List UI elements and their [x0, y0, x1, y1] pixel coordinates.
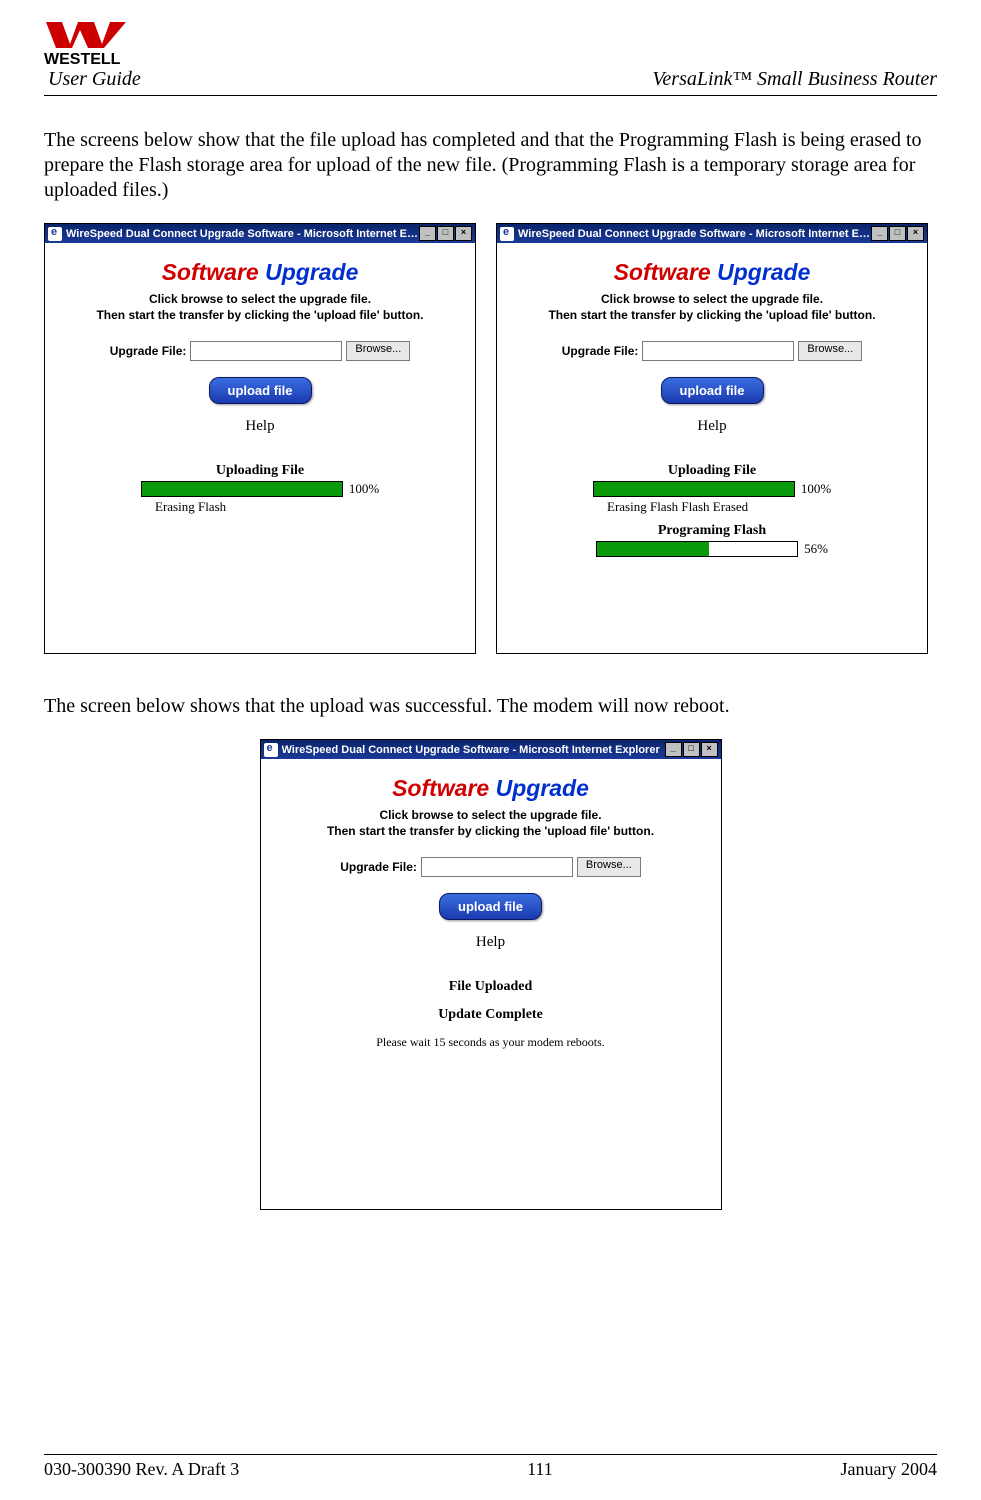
- progress-bar-flash: [596, 541, 798, 557]
- upload-file-button[interactable]: upload file: [439, 893, 542, 920]
- footer-page-number: 111: [527, 1459, 553, 1480]
- upgrade-file-label: Upgrade File:: [110, 344, 187, 358]
- upgrade-file-input[interactable]: [421, 857, 573, 877]
- update-complete-text: Update Complete: [271, 1007, 711, 1023]
- uploading-file-label: Uploading File: [507, 463, 917, 479]
- wait-text: Please wait 15 seconds as your modem reb…: [271, 1035, 711, 1050]
- browse-button[interactable]: Browse...: [798, 341, 862, 361]
- minimize-button[interactable]: _: [871, 226, 888, 241]
- progress-percent-2: 56%: [804, 541, 828, 557]
- upgrade-file-label: Upgrade File:: [340, 860, 417, 874]
- screenshot-left: WireSpeed Dual Connect Upgrade Software …: [44, 223, 476, 654]
- browse-button[interactable]: Browse...: [577, 857, 641, 877]
- progress-bar: [141, 481, 343, 497]
- close-button[interactable]: ×: [907, 226, 924, 241]
- titlebar: WireSpeed Dual Connect Upgrade Software …: [497, 224, 927, 243]
- upgrade-file-input[interactable]: [642, 341, 794, 361]
- programming-flash-label: Programing Flash: [507, 523, 917, 539]
- screenshot-bottom: WireSpeed Dual Connect Upgrade Software …: [260, 739, 722, 1210]
- software-upgrade-title: Software Upgrade: [507, 259, 917, 286]
- software-upgrade-title: Software Upgrade: [55, 259, 465, 286]
- help-link[interactable]: Help: [271, 934, 711, 951]
- titlebar: WireSpeed Dual Connect Upgrade Software …: [261, 740, 721, 759]
- progress-percent: 100%: [349, 481, 379, 497]
- page-header: WESTELL User Guide VersaLink™ Small Busi…: [44, 20, 937, 96]
- file-row: Upgrade File: Browse...: [55, 341, 465, 361]
- screenshot-right: WireSpeed Dual Connect Upgrade Software …: [496, 223, 928, 654]
- ie-icon: [500, 227, 514, 241]
- progress-bar-upload: [593, 481, 795, 497]
- progress-fill: [142, 482, 342, 496]
- footer-left: 030-300390 Rev. A Draft 3: [44, 1459, 239, 1480]
- upload-file-button[interactable]: upload file: [661, 377, 764, 404]
- minimize-button[interactable]: _: [665, 742, 682, 757]
- progress-fill: [597, 542, 709, 556]
- upgrade-file-label: Upgrade File:: [562, 344, 639, 358]
- maximize-button[interactable]: □: [437, 226, 454, 241]
- window-title: WireSpeed Dual Connect Upgrade Software …: [66, 228, 419, 240]
- software-upgrade-title: Software Upgrade: [271, 775, 711, 802]
- close-button[interactable]: ×: [455, 226, 472, 241]
- minimize-button[interactable]: _: [419, 226, 436, 241]
- product-title: VersaLink™ Small Business Router: [652, 68, 937, 91]
- footer-right: January 2004: [841, 1459, 937, 1480]
- progress-percent-1: 100%: [801, 481, 831, 497]
- screenshots-row: WireSpeed Dual Connect Upgrade Software …: [44, 223, 937, 654]
- body-paragraph-1: The screens below show that the file upl…: [44, 128, 937, 203]
- window-title: WireSpeed Dual Connect Upgrade Software …: [518, 228, 871, 240]
- instructions: Click browse to select the upgrade file.…: [271, 808, 711, 839]
- user-guide-label: User Guide: [48, 68, 184, 91]
- upload-file-button[interactable]: upload file: [209, 377, 312, 404]
- instructions: Click browse to select the upgrade file.…: [507, 292, 917, 323]
- close-button[interactable]: ×: [701, 742, 718, 757]
- progress-section: Uploading File 100% Erasing Flash: [55, 463, 465, 515]
- brand-text: WESTELL: [44, 51, 121, 66]
- maximize-button[interactable]: □: [889, 226, 906, 241]
- uploading-file-label: Uploading File: [55, 463, 465, 479]
- help-link[interactable]: Help: [507, 418, 917, 435]
- file-row: Upgrade File: Browse...: [507, 341, 917, 361]
- ie-icon: [264, 743, 278, 757]
- window-title: WireSpeed Dual Connect Upgrade Software …: [282, 744, 665, 756]
- file-row: Upgrade File: Browse...: [271, 857, 711, 877]
- instructions: Click browse to select the upgrade file.…: [55, 292, 465, 323]
- maximize-button[interactable]: □: [683, 742, 700, 757]
- file-uploaded-text: File Uploaded: [271, 979, 711, 995]
- titlebar: WireSpeed Dual Connect Upgrade Software …: [45, 224, 475, 243]
- upgrade-file-input[interactable]: [190, 341, 342, 361]
- body-paragraph-2: The screen below shows that the upload w…: [44, 694, 937, 719]
- progress-section: Uploading File 100% Erasing Flash Flash …: [507, 463, 917, 557]
- help-link[interactable]: Help: [55, 418, 465, 435]
- status-text-1: Erasing Flash Flash Erased: [607, 499, 917, 515]
- page-footer: 030-300390 Rev. A Draft 3 111 January 20…: [44, 1454, 937, 1480]
- progress-fill: [594, 482, 794, 496]
- ie-icon: [48, 227, 62, 241]
- logo-block: WESTELL User Guide: [44, 20, 184, 91]
- status-text: Erasing Flash: [155, 499, 465, 515]
- westell-logo-icon: WESTELL: [44, 20, 184, 66]
- browse-button[interactable]: Browse...: [346, 341, 410, 361]
